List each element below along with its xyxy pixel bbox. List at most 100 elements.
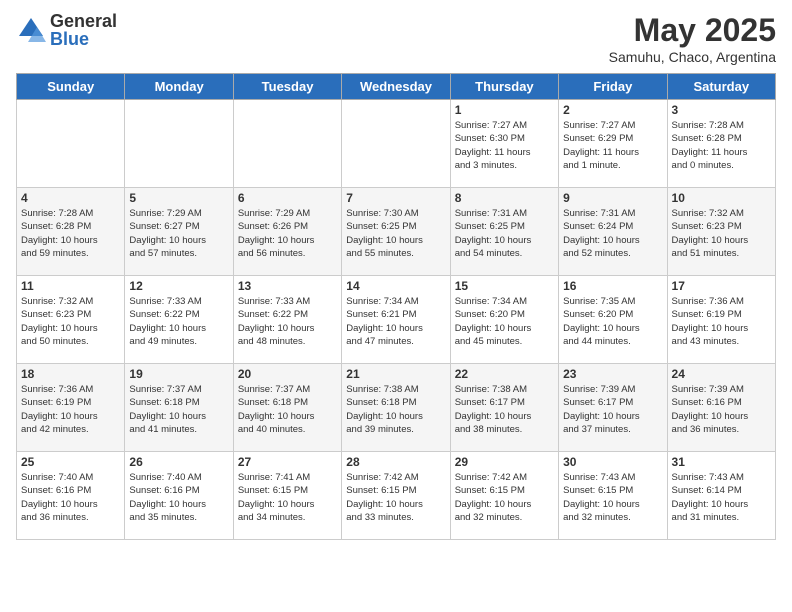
day-header-tuesday: Tuesday [233,74,341,100]
calendar-week-1: 4Sunrise: 7:28 AM Sunset: 6:28 PM Daylig… [17,188,776,276]
calendar-cell: 26 Sunrise: 7:40 AM Sunset: 6:16 PM Dayli… [125,452,233,540]
day-number: 2 [563,103,662,117]
day-number: 28 [346,455,445,469]
day-info: Sunrise: 7:33 AM Sunset: 6:22 PM Dayligh… [129,295,228,348]
logo: General Blue [16,12,117,48]
day-number: 4 [21,191,120,205]
day-number: 12 [129,279,228,293]
calendar-cell: 5 Sunrise: 7:29 AM Sunset: 6:27 PM Daylig… [125,188,233,276]
day-number: 24 [672,367,771,381]
calendar-week-3: 18 Sunrise: 7:36 AM Sunset: 6:19 PM Dayli… [17,364,776,452]
calendar-week-2: 11 Sunrise: 7:32 AM Sunset: 6:23 PM Dayli… [17,276,776,364]
day-number: 31 [672,455,771,469]
day-info: Sunrise: 7:42 AM Sunset: 6:15 PM Dayligh… [455,471,554,524]
calendar-cell: 23Sunrise: 7:39 AM Sunset: 6:17 PM Dayli… [559,364,667,452]
day-number: 9 [563,191,662,205]
day-info: Sunrise: 7:41 AM Sunset: 6:15 PM Dayligh… [238,471,337,524]
day-info: Sunrise: 7:39 AM Sunset: 6:17 PM Dayligh… [563,383,662,436]
day-header-sunday: Sunday [17,74,125,100]
day-info: Sunrise: 7:37 AM Sunset: 6:18 PM Dayligh… [129,383,228,436]
day-info: Sunrise: 7:34 AM Sunset: 6:20 PM Dayligh… [455,295,554,348]
day-info: Sunrise: 7:28 AM Sunset: 6:28 PM Dayligh… [672,119,771,172]
day-number: 16 [563,279,662,293]
calendar-cell [17,100,125,188]
day-number: 11 [21,279,120,293]
calendar-cell: 31 Sunrise: 7:43 AM Sunset: 6:14 PM Dayli… [667,452,775,540]
day-info: Sunrise: 7:27 AM Sunset: 6:30 PM Dayligh… [455,119,554,172]
calendar-cell: 28Sunrise: 7:42 AM Sunset: 6:15 PM Dayli… [342,452,450,540]
day-number: 29 [455,455,554,469]
calendar-cell: 13Sunrise: 7:33 AM Sunset: 6:22 PM Dayli… [233,276,341,364]
day-number: 25 [21,455,120,469]
calendar-cell: 15 Sunrise: 7:34 AM Sunset: 6:20 PM Dayli… [450,276,558,364]
calendar-cell: 30 Sunrise: 7:43 AM Sunset: 6:15 PM Dayli… [559,452,667,540]
calendar-cell [233,100,341,188]
day-number: 3 [672,103,771,117]
calendar-cell: 11 Sunrise: 7:32 AM Sunset: 6:23 PM Dayli… [17,276,125,364]
day-info: Sunrise: 7:29 AM Sunset: 6:27 PM Dayligh… [129,207,228,260]
day-number: 8 [455,191,554,205]
title-block: May 2025 Samuhu, Chaco, Argentina [609,12,776,65]
day-info: Sunrise: 7:30 AM Sunset: 6:25 PM Dayligh… [346,207,445,260]
logo-blue: Blue [50,30,117,48]
day-number: 13 [238,279,337,293]
day-info: Sunrise: 7:31 AM Sunset: 6:25 PM Dayligh… [455,207,554,260]
day-number: 26 [129,455,228,469]
logo-text: General Blue [50,12,117,48]
calendar-cell: 17 Sunrise: 7:36 AM Sunset: 6:19 PM Dayli… [667,276,775,364]
calendar-week-4: 25 Sunrise: 7:40 AM Sunset: 6:16 PM Dayli… [17,452,776,540]
day-number: 6 [238,191,337,205]
day-info: Sunrise: 7:43 AM Sunset: 6:14 PM Dayligh… [672,471,771,524]
calendar-cell: 8 Sunrise: 7:31 AM Sunset: 6:25 PM Daylig… [450,188,558,276]
day-info: Sunrise: 7:40 AM Sunset: 6:16 PM Dayligh… [129,471,228,524]
day-number: 21 [346,367,445,381]
day-header-monday: Monday [125,74,233,100]
header: General Blue May 2025 Samuhu, Chaco, Arg… [16,12,776,65]
day-info: Sunrise: 7:39 AM Sunset: 6:16 PM Dayligh… [672,383,771,436]
calendar-cell: 1Sunrise: 7:27 AM Sunset: 6:30 PM Daylig… [450,100,558,188]
calendar-cell: 24 Sunrise: 7:39 AM Sunset: 6:16 PM Dayli… [667,364,775,452]
day-info: Sunrise: 7:38 AM Sunset: 6:18 PM Dayligh… [346,383,445,436]
day-info: Sunrise: 7:34 AM Sunset: 6:21 PM Dayligh… [346,295,445,348]
day-number: 14 [346,279,445,293]
day-number: 5 [129,191,228,205]
calendar-cell: 16Sunrise: 7:35 AM Sunset: 6:20 PM Dayli… [559,276,667,364]
calendar-cell: 2 Sunrise: 7:27 AM Sunset: 6:29 PM Daylig… [559,100,667,188]
day-number: 7 [346,191,445,205]
day-number: 20 [238,367,337,381]
day-info: Sunrise: 7:36 AM Sunset: 6:19 PM Dayligh… [21,383,120,436]
page: General Blue May 2025 Samuhu, Chaco, Arg… [0,0,792,612]
day-info: Sunrise: 7:40 AM Sunset: 6:16 PM Dayligh… [21,471,120,524]
calendar-cell: 12 Sunrise: 7:33 AM Sunset: 6:22 PM Dayli… [125,276,233,364]
day-number: 18 [21,367,120,381]
subtitle: Samuhu, Chaco, Argentina [609,49,776,65]
calendar-cell: 3 Sunrise: 7:28 AM Sunset: 6:28 PM Daylig… [667,100,775,188]
calendar-week-0: 1Sunrise: 7:27 AM Sunset: 6:30 PM Daylig… [17,100,776,188]
day-header-thursday: Thursday [450,74,558,100]
calendar-cell: 29 Sunrise: 7:42 AM Sunset: 6:15 PM Dayli… [450,452,558,540]
day-number: 15 [455,279,554,293]
day-number: 10 [672,191,771,205]
day-info: Sunrise: 7:37 AM Sunset: 6:18 PM Dayligh… [238,383,337,436]
calendar-cell: 4Sunrise: 7:28 AM Sunset: 6:28 PM Daylig… [17,188,125,276]
day-info: Sunrise: 7:32 AM Sunset: 6:23 PM Dayligh… [21,295,120,348]
day-info: Sunrise: 7:36 AM Sunset: 6:19 PM Dayligh… [672,295,771,348]
calendar-cell: 19 Sunrise: 7:37 AM Sunset: 6:18 PM Dayli… [125,364,233,452]
day-number: 19 [129,367,228,381]
calendar-cell: 6 Sunrise: 7:29 AM Sunset: 6:26 PM Daylig… [233,188,341,276]
calendar-cell: 21 Sunrise: 7:38 AM Sunset: 6:18 PM Dayli… [342,364,450,452]
day-info: Sunrise: 7:43 AM Sunset: 6:15 PM Dayligh… [563,471,662,524]
calendar-cell: 20 Sunrise: 7:37 AM Sunset: 6:18 PM Dayli… [233,364,341,452]
day-info: Sunrise: 7:27 AM Sunset: 6:29 PM Dayligh… [563,119,662,172]
day-number: 17 [672,279,771,293]
calendar-cell [342,100,450,188]
calendar-cell: 14 Sunrise: 7:34 AM Sunset: 6:21 PM Dayli… [342,276,450,364]
day-info: Sunrise: 7:29 AM Sunset: 6:26 PM Dayligh… [238,207,337,260]
calendar-cell [125,100,233,188]
calendar-cell: 9Sunrise: 7:31 AM Sunset: 6:24 PM Daylig… [559,188,667,276]
month-title: May 2025 [609,12,776,49]
day-number: 30 [563,455,662,469]
day-number: 27 [238,455,337,469]
calendar-cell: 22Sunrise: 7:38 AM Sunset: 6:17 PM Dayli… [450,364,558,452]
day-info: Sunrise: 7:32 AM Sunset: 6:23 PM Dayligh… [672,207,771,260]
